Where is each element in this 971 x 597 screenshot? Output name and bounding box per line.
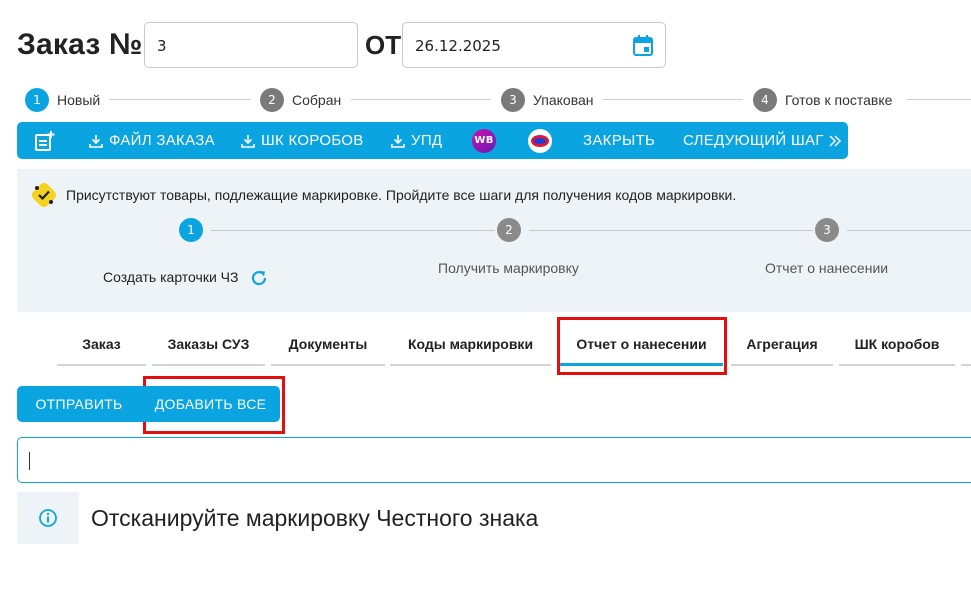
add-note-button[interactable] <box>35 122 61 159</box>
scan-input[interactable] <box>17 437 971 483</box>
text-caret <box>29 452 30 470</box>
wildberries-button[interactable]: WB <box>472 122 496 159</box>
order-number-value: 3 <box>157 37 167 55</box>
date-value: 26.12.2025 <box>415 37 501 55</box>
tab-box-barcodes[interactable]: ШК коробов <box>839 322 955 366</box>
download-icon <box>241 134 255 148</box>
stepper-step-ready[interactable]: 4 Готов к поставке <box>753 88 892 112</box>
next-step-label: СЛЕДУЮЩИЙ ШАГ <box>683 132 824 149</box>
step-connector <box>109 99 251 100</box>
order-file-label: ФАЙЛ ЗАКАЗА <box>109 132 215 149</box>
step-connector <box>603 99 743 100</box>
upd-button[interactable]: УПД <box>391 122 442 159</box>
stepper-step-packed[interactable]: 3 Упакован <box>501 88 594 112</box>
tab-documents[interactable]: Документы <box>271 322 385 366</box>
page-title: Заказ № <box>17 28 143 61</box>
refresh-icon[interactable] <box>249 268 269 288</box>
upd-label: УПД <box>411 132 443 149</box>
stepper-step-new[interactable]: 1 Новый <box>25 88 100 112</box>
send-button[interactable]: ОТПРАВИТЬ <box>17 386 141 422</box>
order-tabs: Заказ Заказы СУЗ Документы Коды маркиров… <box>57 322 971 366</box>
download-icon <box>89 134 103 148</box>
step-label: Собран <box>292 92 342 108</box>
marking-step-label: Отчет о нанесении <box>765 260 889 276</box>
info-icon-cell <box>17 492 79 544</box>
info-icon <box>39 509 57 527</box>
chestny-znak-icon <box>32 183 56 207</box>
step-connector <box>907 99 971 100</box>
tab-overflow <box>961 322 971 366</box>
add-all-button[interactable]: ДОБАВИТЬ ВСЕ <box>141 386 280 422</box>
marking-step-number[interactable]: 3 <box>815 218 839 242</box>
marking-step-connector <box>529 230 813 231</box>
order-file-button[interactable]: ФАЙЛ ЗАКАЗА <box>89 122 215 159</box>
scan-info-message: Отсканируйте маркировку Честного знака <box>17 492 971 544</box>
close-order-label: ЗАКРЫТЬ <box>583 132 656 149</box>
tab-suz-orders[interactable]: Заказы СУЗ <box>152 322 265 366</box>
marking-panel: Присутствуют товары, подлежащие маркиров… <box>17 169 971 312</box>
step-number: 4 <box>753 88 777 112</box>
order-number-field[interactable]: 3 <box>144 22 358 68</box>
marking-step-number[interactable]: 1 <box>179 218 203 242</box>
step-label: Готов к поставке <box>785 92 893 108</box>
box-barcodes-label: ШК КОРОБОВ <box>261 132 364 149</box>
marking-step-label: Получить маркировку <box>438 260 579 276</box>
tab-aggregation[interactable]: Агрегация <box>731 322 833 366</box>
double-chevron-right-icon <box>829 134 841 147</box>
ozon-icon <box>528 128 552 153</box>
step-label: Упакован <box>533 92 594 108</box>
step-number: 1 <box>25 88 49 112</box>
step-connector <box>351 99 491 100</box>
stepper-step-assembled[interactable]: 2 Собран <box>260 88 341 112</box>
box-barcodes-button[interactable]: ШК КОРОБОВ <box>241 122 364 159</box>
download-icon <box>391 134 405 148</box>
marking-step-label: Создать карточки ЧЗ <box>103 269 239 285</box>
ozon-button[interactable] <box>528 122 552 159</box>
marking-step-connector <box>847 230 971 231</box>
document-add-icon <box>35 130 55 151</box>
close-order-button[interactable]: ЗАКРЫТЬ <box>583 122 655 159</box>
tab-application-report[interactable]: Отчет о нанесении <box>560 322 723 366</box>
step-label: Новый <box>57 92 101 108</box>
tab-order[interactable]: Заказ <box>57 322 146 366</box>
wildberries-icon: WB <box>472 128 496 153</box>
order-toolbar: ФАЙЛ ЗАКАЗА ШК КОРОБОВ УПД WB ЗАКРЫТЬ СЛ… <box>17 122 848 159</box>
step-number: 2 <box>260 88 284 112</box>
tab-marking-codes[interactable]: Коды маркировки <box>390 322 551 366</box>
marking-step-number[interactable]: 2 <box>497 218 521 242</box>
scan-message-text: Отсканируйте маркировку Честного знака <box>91 505 539 531</box>
from-label: ОТ <box>365 30 402 60</box>
marking-note: Присутствуют товары, подлежащие маркиров… <box>66 187 737 203</box>
date-field[interactable]: 26.12.2025 <box>402 22 666 68</box>
order-status-stepper: 1 Новый 2 Собран 3 Упакован 4 Готов к по… <box>25 88 971 112</box>
marking-step-connector <box>211 230 495 231</box>
next-step-button[interactable]: СЛЕДУЮЩИЙ ШАГ <box>683 122 842 159</box>
order-header: Заказ № <box>17 22 143 68</box>
calendar-icon[interactable] <box>633 35 653 56</box>
step-number: 3 <box>501 88 525 112</box>
